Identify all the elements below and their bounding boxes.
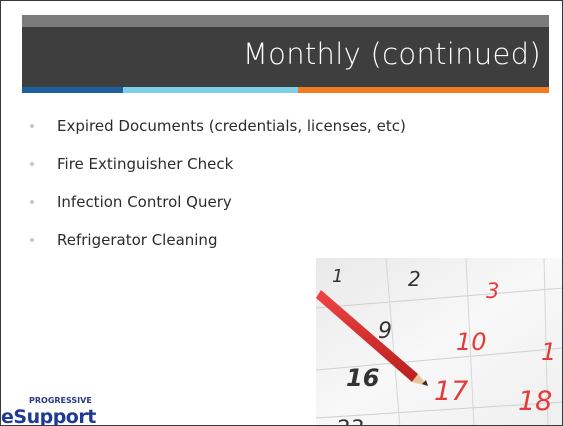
- accent-bar-lightblue: [123, 87, 298, 93]
- logo-small-text: PROGRESSIVE: [29, 396, 92, 405]
- calendar-number: 9: [378, 319, 392, 344]
- calendar-number: 10: [456, 328, 487, 356]
- calendar-number: 1: [541, 338, 556, 366]
- esupport-logo: PROGRESSIVE eSupport: [1, 393, 101, 425]
- accent-bar-orange: [298, 87, 549, 93]
- title-strip: [22, 15, 549, 27]
- bullet-text: Infection Control Query: [57, 193, 232, 211]
- calendar-number: 17: [434, 376, 468, 407]
- bullet-dot-icon: [30, 238, 34, 242]
- bullet-text: Fire Extinguisher Check: [57, 155, 234, 173]
- logo-image: PROGRESSIVE eSupport: [1, 396, 97, 425]
- calendar-number: 18: [518, 386, 552, 417]
- slide-title: Monthly (continued): [242, 37, 541, 71]
- calendar-image: 1 2 3 9 10 1 16 17 18 23: [316, 258, 562, 426]
- bullet-dot-icon: [30, 162, 34, 166]
- bullet-dot-icon: [30, 124, 34, 128]
- logo-main-text: eSupport: [1, 406, 96, 425]
- bullet-text: Expired Documents (credentials, licenses…: [57, 117, 406, 135]
- calendar-number: 2: [408, 267, 421, 291]
- calendar-number: 1: [332, 266, 343, 287]
- calendar-number: 23: [336, 417, 364, 426]
- bullet-dot-icon: [30, 200, 34, 204]
- slide-top-margin: [1, 1, 562, 15]
- calendar-number: 3: [486, 279, 499, 303]
- accent-bar-blue: [22, 87, 123, 93]
- calendar-photo: 1 2 3 9 10 1 16 17 18 23: [316, 258, 562, 426]
- slide: Monthly (continued) Expired Documents (c…: [0, 0, 563, 426]
- title-bar: Monthly (continued): [22, 27, 549, 87]
- calendar-number: 16: [346, 364, 379, 392]
- bullet-text: Refrigerator Cleaning: [57, 231, 218, 249]
